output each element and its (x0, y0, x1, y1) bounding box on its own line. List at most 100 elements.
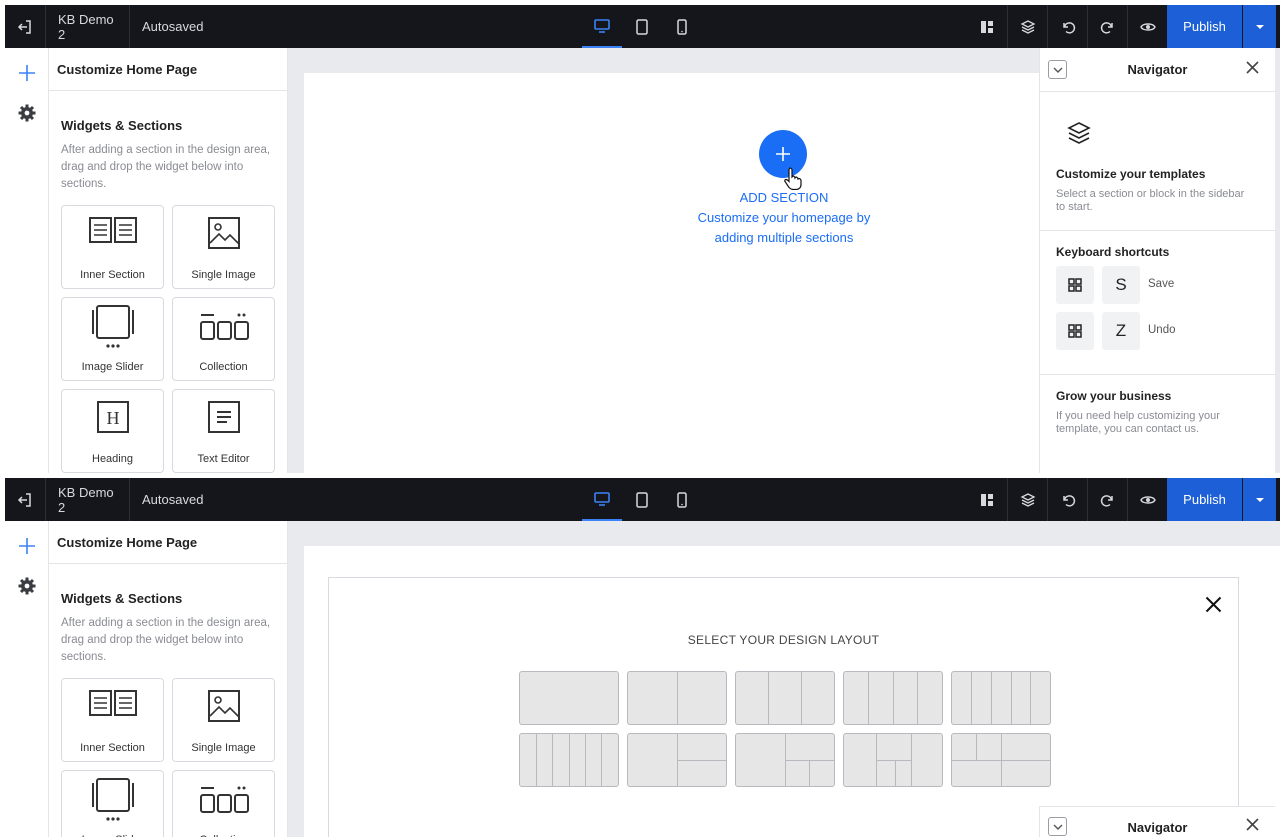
widget-label: Collection (199, 361, 248, 373)
grow-title: Grow your business (1056, 389, 1172, 403)
image-icon (207, 690, 240, 722)
preview-button[interactable] (1127, 478, 1167, 521)
redo-button[interactable] (1087, 5, 1127, 48)
chevron-down-icon (1053, 67, 1062, 73)
widget-inner-section[interactable]: Inner Section (61, 678, 164, 762)
widget-label: Text Editor (197, 453, 250, 465)
widgets-panel: Customize Home Page Widgets & Sections A… (49, 521, 288, 837)
layout-option-6-columns[interactable] (519, 733, 619, 787)
layout-option-1-plus-3-grid[interactable] (735, 733, 835, 787)
navigator-close-button[interactable] (1246, 818, 1259, 834)
add-section-desc-line1: Customize your homepage by (697, 210, 871, 225)
navigator-title: Navigator (1127, 819, 1188, 835)
layout-option-top-split[interactable] (951, 733, 1051, 787)
layout-modal-title: SELECT YOUR DESIGN LAYOUT (687, 633, 880, 647)
chevron-down-icon (1255, 497, 1264, 502)
redo-button[interactable] (1087, 478, 1127, 521)
divider (1040, 374, 1275, 375)
settings-button[interactable] (18, 577, 36, 600)
widget-label: Image Slider (81, 361, 144, 373)
svg-text:H: H (106, 408, 119, 428)
widget-text-editor[interactable]: Text Editor (172, 389, 275, 473)
mobile-view-button[interactable] (662, 478, 702, 521)
tablet-icon (636, 491, 648, 508)
add-section-label[interactable]: ADD SECTION (684, 190, 884, 205)
widget-label: Single Image (191, 269, 256, 281)
desktop-icon (594, 491, 610, 506)
add-section-desc-line2: adding multiple sections (714, 230, 854, 245)
navigator-collapse-button[interactable] (1048, 817, 1067, 836)
heading-icon: H (96, 401, 129, 433)
exit-icon (17, 19, 31, 34)
widget-image-slider[interactable]: Image Slider (61, 770, 164, 837)
eye-icon (1139, 495, 1156, 504)
panel-title: Customize Home Page (49, 521, 287, 564)
navigator-collapse-button[interactable] (1048, 60, 1067, 79)
mobile-icon (677, 18, 687, 35)
add-widget-button[interactable] (17, 63, 37, 88)
widget-inner-section[interactable]: Inner Section (61, 205, 164, 289)
publish-options-button[interactable] (1242, 478, 1276, 521)
publish-options-button[interactable] (1242, 5, 1276, 48)
exit-button[interactable] (5, 5, 46, 48)
navigator-close-button[interactable] (1246, 61, 1259, 77)
save-status: Autosaved (142, 492, 204, 507)
layout-option-2-columns[interactable] (627, 671, 727, 725)
desktop-view-button[interactable] (582, 5, 622, 48)
navigator-panel: Navigator Customize your templates Selec… (1039, 48, 1275, 473)
preview-button[interactable] (1127, 5, 1167, 48)
command-icon (1068, 324, 1082, 338)
divider (1040, 230, 1275, 231)
tablet-icon (636, 18, 648, 35)
design-canvas[interactable]: ADD SECTION Customize your homepage by a… (304, 73, 1044, 473)
layout-button[interactable] (967, 5, 1007, 48)
undo-button[interactable] (1047, 478, 1087, 521)
shortcut-key: S (1102, 266, 1140, 304)
publish-button[interactable]: Publish (1167, 478, 1242, 521)
widget-label: Inner Section (80, 269, 145, 281)
left-rail (5, 521, 49, 837)
layers-icon (1067, 122, 1091, 144)
desktop-view-button[interactable] (582, 478, 622, 521)
layout-icon (981, 493, 993, 506)
layout-option-3-columns[interactable] (735, 671, 835, 725)
navigator-button[interactable] (1007, 478, 1047, 521)
undo-button[interactable] (1047, 5, 1087, 48)
hand-cursor-icon (784, 167, 802, 190)
layout-option-mixed-grid[interactable] (843, 733, 943, 787)
layout-icon (981, 20, 993, 33)
layout-option-5-columns[interactable] (951, 671, 1051, 725)
cmd-key (1056, 266, 1094, 304)
navigator-button[interactable] (1007, 5, 1047, 48)
tablet-view-button[interactable] (622, 5, 662, 48)
templates-title: Customize your templates (1056, 167, 1206, 181)
chevron-down-icon (1053, 824, 1062, 830)
modal-close-button[interactable] (1205, 596, 1222, 618)
widget-single-image[interactable]: Single Image (172, 678, 275, 762)
widget-label: Inner Section (80, 742, 145, 754)
layout-button[interactable] (967, 478, 1007, 521)
tablet-view-button[interactable] (622, 478, 662, 521)
exit-icon (17, 492, 31, 507)
image-icon (207, 217, 240, 249)
layout-option-1-column[interactable] (519, 671, 619, 725)
widget-collection[interactable]: Collection (172, 297, 275, 381)
cmd-key (1056, 312, 1094, 350)
mobile-view-button[interactable] (662, 5, 702, 48)
slider-icon (91, 305, 134, 348)
widget-image-slider[interactable]: Image Slider (61, 297, 164, 381)
close-icon (1246, 61, 1259, 74)
add-widget-button[interactable] (17, 536, 37, 561)
exit-button[interactable] (5, 478, 46, 521)
widget-single-image[interactable]: Single Image (172, 205, 275, 289)
settings-button[interactable] (18, 104, 36, 127)
shortcuts-title: Keyboard shortcuts (1056, 245, 1170, 259)
editor-screen-2: KB Demo 2 Autosaved Publish Customize Ho… (0, 473, 1285, 837)
widget-collection[interactable]: Collection (172, 770, 275, 837)
chevron-down-icon (1255, 24, 1264, 29)
layout-option-1-plus-2-stacked[interactable] (627, 733, 727, 787)
widgets-title: Widgets & Sections (61, 591, 183, 606)
publish-button[interactable]: Publish (1167, 5, 1242, 48)
layout-option-4-columns[interactable] (843, 671, 943, 725)
widget-heading[interactable]: H Heading (61, 389, 164, 473)
